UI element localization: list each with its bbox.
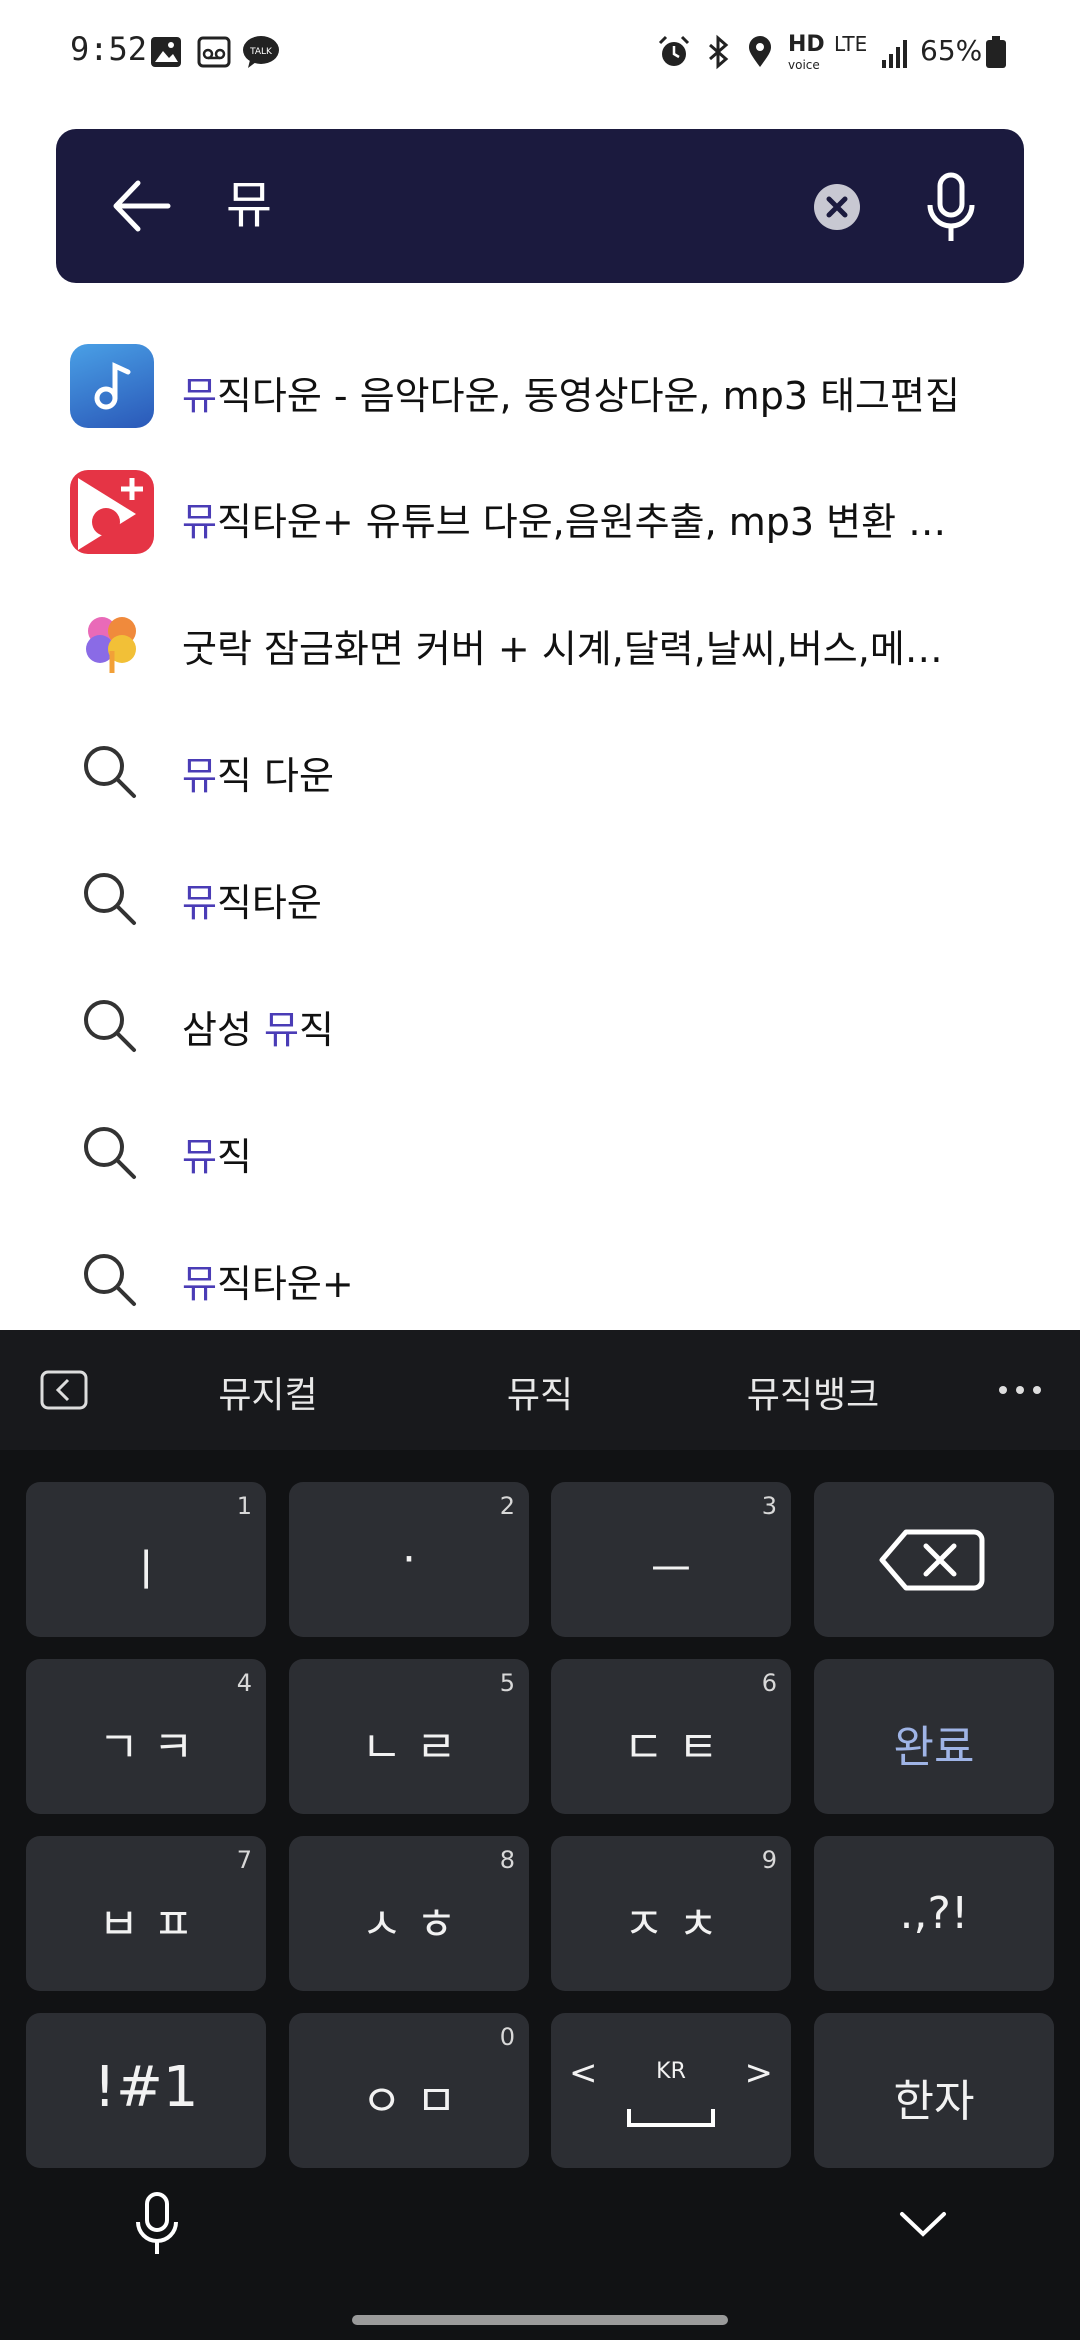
punctuation-key[interactable]: .,?! xyxy=(814,1836,1054,1991)
key-eu[interactable]: 3 ㅡ xyxy=(551,1482,791,1637)
bluetooth-icon xyxy=(709,34,729,70)
key-i[interactable]: 1 ㅣ xyxy=(26,1482,266,1637)
done-key[interactable]: 완료 xyxy=(814,1659,1054,1814)
suggestion-query[interactable]: 뮤직 다운 xyxy=(0,707,1080,834)
keyboard-mic-icon[interactable] xyxy=(132,2190,182,2260)
musictown-app-icon xyxy=(70,470,154,554)
prediction-word-3[interactable]: 뮤직뱅크 xyxy=(703,1366,923,1418)
key-dot[interactable]: 2 · xyxy=(289,1482,529,1637)
suggestion-list: 뮤직다운 - 음악다운, 동영상다운, mp3 태그편집 뮤직타운+ 유튜브 다… xyxy=(0,300,1080,1330)
suggestion-label: 뮤직다운 - 음악다운, 동영상다운, mp3 태그편집 xyxy=(182,374,960,418)
search-icon xyxy=(84,1000,136,1052)
alarm-icon xyxy=(658,35,690,66)
suggestion-label: 뮤직타운+ xyxy=(182,1262,354,1306)
voicemail-icon xyxy=(197,36,231,68)
prediction-word-2[interactable]: 뮤직 xyxy=(430,1366,650,1418)
gallery-icon xyxy=(151,37,181,67)
suggestion-query[interactable]: 뮤직타운 xyxy=(0,834,1080,961)
battery-percent: 65% xyxy=(920,34,983,67)
suggestion-label: 뮤직 다운 xyxy=(182,754,334,798)
battery-icon xyxy=(986,36,1006,68)
hanja-key[interactable]: 한자 xyxy=(814,2013,1054,2168)
search-icon xyxy=(84,746,136,798)
key-j-ch[interactable]: 9 ㅈ ㅊ xyxy=(551,1836,791,1991)
kakaotalk-label: TALK xyxy=(249,47,273,57)
suggestion-label: 삼성 뮤직 xyxy=(182,1008,334,1052)
suggestion-query[interactable]: 뮤직 xyxy=(0,1088,1080,1215)
hide-keyboard-icon[interactable] xyxy=(896,2204,950,2244)
suggestion-query[interactable]: 삼성 뮤직 xyxy=(0,961,1080,1088)
network-type: LTE xyxy=(834,32,868,56)
goodlock-app-icon xyxy=(70,597,154,681)
space-bar-icon xyxy=(627,2109,715,2127)
search-bar: 뮤 xyxy=(56,129,1024,283)
key-g-k[interactable]: 4 ㄱ ㅋ xyxy=(26,1659,266,1814)
key-s-h[interactable]: 8 ㅅ ㅎ xyxy=(289,1836,529,1991)
prediction-bar: 뮤지컬 뮤직 뮤직뱅크 xyxy=(0,1330,1080,1450)
key-b-p[interactable]: 7 ㅂ ㅍ xyxy=(26,1836,266,1991)
close-icon xyxy=(826,196,848,218)
key-d-t[interactable]: 6 ㄷ ㅌ xyxy=(551,1659,791,1814)
suggestion-label: 뮤직타운 xyxy=(182,881,322,925)
suggestion-label: 뮤직타운+ 유튜브 다운,음원추출, mp3 변환 최… xyxy=(182,500,962,544)
hd-voice-indicator: HD xyxy=(788,32,825,57)
search-icon xyxy=(84,1254,136,1306)
search-icon xyxy=(84,1127,136,1179)
status-time: 9:52 xyxy=(70,30,148,68)
music-app-icon xyxy=(70,344,154,428)
home-indicator[interactable] xyxy=(352,2315,728,2325)
search-input[interactable]: 뮤 xyxy=(226,165,272,237)
backspace-key[interactable] xyxy=(814,1482,1054,1637)
back-arrow-icon[interactable] xyxy=(106,171,186,241)
key-o-m[interactable]: 0 ㅇ ㅁ xyxy=(289,2013,529,2168)
status-bar: 9:52 TALK HD voice LTE 65% xyxy=(0,0,1080,110)
collapse-toolbar-icon[interactable] xyxy=(40,1370,88,1410)
search-icon xyxy=(84,873,136,925)
more-options-icon[interactable] xyxy=(995,1380,1045,1400)
suggestion-label: 뮤직 xyxy=(182,1135,252,1179)
kakaotalk-icon: TALK xyxy=(243,36,279,68)
suggestion-label: 굿락 잠금화면 커버 + 시계,달력,날씨,버스,메모,… xyxy=(182,627,962,671)
suggestion-app-musictown[interactable]: 뮤직타운+ 유튜브 다운,음원추출, mp3 변환 최… xyxy=(0,453,1080,580)
signal-icon xyxy=(882,40,907,68)
suggestion-query[interactable]: 뮤직타운+ xyxy=(0,1215,1080,1342)
suggestion-app-music-download[interactable]: 뮤직다운 - 음악다운, 동영상다운, mp3 태그편집 xyxy=(0,327,1080,454)
voice-search-mic-icon[interactable] xyxy=(916,169,986,249)
keyboard: 뮤지컬 뮤직 뮤직뱅크 1 ㅣ 2 · 3 ㅡ 4 ㄱ ㅋ 5 ㄴ ㄹ 6 ㄷ xyxy=(0,1330,1080,2340)
key-n-r[interactable]: 5 ㄴ ㄹ xyxy=(289,1659,529,1814)
space-key[interactable]: < > KR xyxy=(551,2013,791,2168)
prediction-word-1[interactable]: 뮤지컬 xyxy=(158,1366,378,1418)
backspace-icon xyxy=(879,1529,985,1591)
suggestion-app-goodlock[interactable]: 굿락 잠금화면 커버 + 시계,달력,날씨,버스,메모,… xyxy=(0,580,1080,707)
location-icon xyxy=(749,36,771,67)
clear-search-button[interactable] xyxy=(814,184,860,230)
symbols-key[interactable]: !#1 xyxy=(26,2013,266,2168)
hd-voice-sub: voice xyxy=(788,58,820,72)
